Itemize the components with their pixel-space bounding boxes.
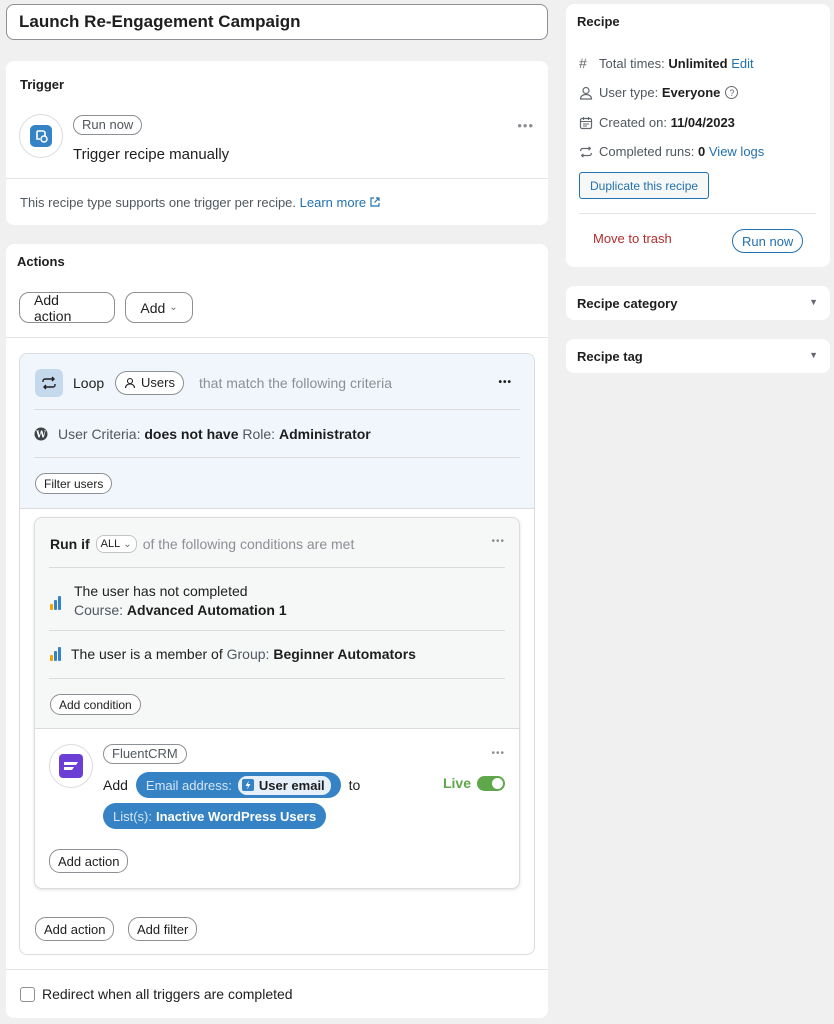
recipe-category-heading: Recipe category	[577, 296, 678, 311]
trigger-more-icon[interactable]: •••	[517, 119, 534, 132]
fluentcrm-more-icon[interactable]: •••	[491, 749, 505, 759]
add-condition-button[interactable]: Add condition	[50, 694, 141, 715]
live-status-label: Live	[442, 775, 471, 791]
learndash-icon	[50, 647, 61, 661]
loop-add-filter-button[interactable]: Add filter	[128, 917, 198, 941]
run-now-badge: Run now	[73, 115, 143, 135]
external-link-icon	[370, 197, 380, 207]
duplicate-recipe-button[interactable]: Duplicate this recipe	[579, 172, 710, 199]
repeat-icon	[42, 376, 56, 390]
redirect-label: Redirect when all triggers are completed	[42, 986, 293, 1002]
total-times-value: Unlimited	[668, 55, 728, 71]
email-token[interactable]: Email address: User email	[135, 772, 341, 798]
condition-more-icon[interactable]: •••	[491, 537, 505, 547]
run-now-button[interactable]: Run now	[732, 229, 804, 253]
trigger-name: Trigger recipe manually	[73, 146, 230, 163]
hand-click-icon	[30, 125, 52, 147]
actions-heading: Actions	[17, 254, 65, 269]
chevron-down-icon: ⌄	[169, 302, 178, 313]
lightning-icon	[241, 779, 254, 791]
fluentcrm-action: FluentCRM ••• Add Email address: User em…	[35, 728, 519, 888]
recipe-heading: Recipe	[577, 14, 620, 29]
loop-criteria-text: that match the following criteria	[199, 375, 392, 391]
redirect-checkbox-row[interactable]: Redirect when all triggers are completed	[20, 986, 293, 1002]
condition-suffix: of the following conditions are met	[142, 536, 355, 552]
fluentcrm-connector: to	[348, 777, 361, 793]
user-type-value: Everyone	[661, 85, 721, 100]
live-toggle[interactable]	[477, 775, 505, 791]
recipe-category-panel[interactable]: Recipe category ▼	[566, 286, 830, 320]
loop-criteria-row: W User Criteria: does not have Role: Adm…	[34, 426, 371, 442]
help-icon[interactable]: ?	[725, 86, 739, 99]
chevron-down-icon: ⌄	[123, 538, 132, 550]
learndash-icon	[50, 596, 61, 610]
add-action-button[interactable]: Add action	[19, 292, 115, 324]
condition-item[interactable]: The user is a member of Group: Beginner …	[50, 646, 416, 662]
trigger-app-icon	[19, 114, 63, 158]
condition-mode-select[interactable]: ALL ⌄	[95, 535, 137, 553]
recipe-tag-heading: Recipe tag	[577, 349, 643, 364]
caret-down-icon[interactable]: ▼	[809, 350, 818, 360]
trigger-heading: Trigger	[20, 77, 65, 92]
created-value: 11/04/2023	[670, 115, 735, 130]
list-token[interactable]: List(s): Inactive WordPress Users	[103, 803, 327, 829]
redirect-checkbox[interactable]	[20, 986, 35, 1002]
loop-block: Loop Users that match the following crit…	[19, 353, 535, 955]
run-if-label: Run if	[50, 536, 90, 552]
add-dropdown-button[interactable]: Add ⌄	[125, 292, 193, 323]
repeat-icon	[580, 145, 592, 158]
learn-more-link[interactable]: Learn more	[300, 195, 380, 210]
calendar-icon	[579, 116, 593, 129]
move-to-trash-link[interactable]: Move to trash	[593, 231, 672, 246]
fluentcrm-verb: Add	[103, 777, 128, 793]
loop-more-icon[interactable]: •••	[498, 378, 512, 388]
recipe-title-input[interactable]: Launch Re-Engagement Campaign	[6, 4, 548, 40]
user-icon	[124, 377, 136, 389]
fluentcrm-add-action-button[interactable]: Add action	[49, 849, 129, 873]
fluentcrm-app-icon	[49, 744, 93, 788]
filter-users-button[interactable]: Filter users	[35, 473, 113, 494]
recipe-panel: Recipe # Total times: Unlimited Edit Use…	[566, 4, 830, 267]
view-logs-link[interactable]: View logs	[709, 144, 764, 159]
runs-value: 0	[698, 144, 706, 159]
svg-text:W: W	[35, 431, 47, 441]
actions-panel: Actions Add action Add ⌄ Loop Users that…	[6, 244, 548, 1018]
caret-down-icon[interactable]: ▼	[809, 297, 818, 307]
edit-total-times-link[interactable]: Edit	[731, 56, 753, 71]
wordpress-icon: W	[34, 427, 48, 441]
trigger-note: This recipe type supports one trigger pe…	[20, 195, 297, 210]
loop-label: Loop	[73, 375, 105, 391]
fluentcrm-badge: FluentCRM	[103, 744, 187, 764]
fluentcrm-logo-icon	[59, 754, 83, 778]
hash-icon: #	[579, 55, 587, 71]
condition-block: Run if ALL ⌄ of the following conditions…	[34, 517, 520, 889]
loop-icon	[35, 369, 63, 397]
loop-add-action-button[interactable]: Add action	[35, 917, 115, 941]
loop-target-users[interactable]: Users	[115, 371, 184, 395]
recipe-tag-panel[interactable]: Recipe tag ▼	[566, 339, 830, 373]
user-icon	[579, 86, 593, 100]
trigger-panel: Trigger Run now ••• Trigger recipe manua…	[6, 61, 548, 225]
condition-item[interactable]: The user has not completed Course: Advan…	[50, 582, 287, 620]
